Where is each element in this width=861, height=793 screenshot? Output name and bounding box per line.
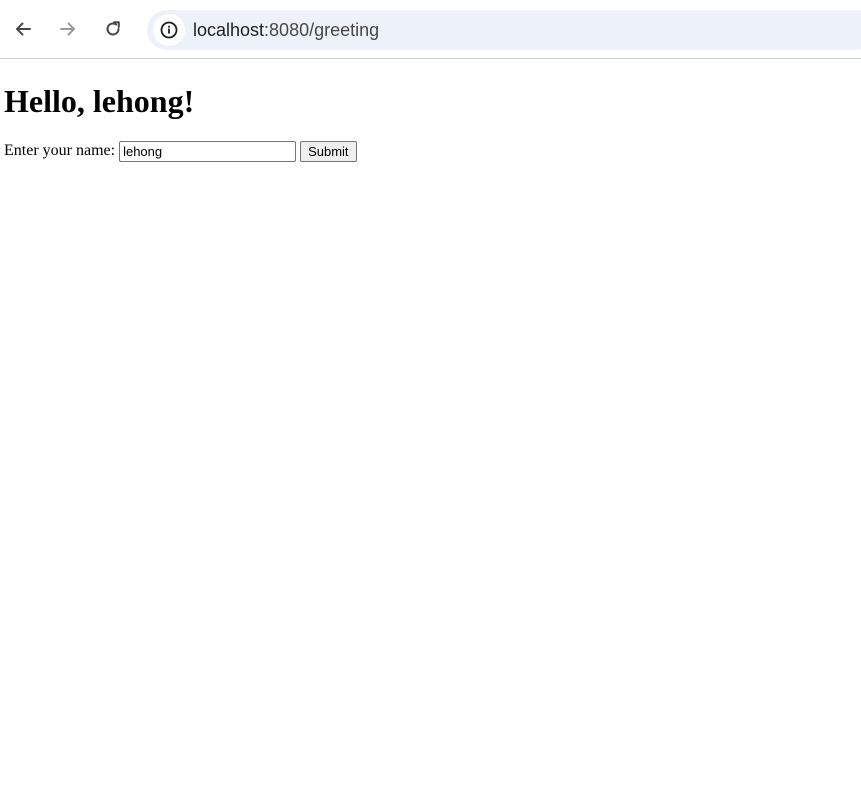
reload-icon — [106, 21, 120, 36]
back-button[interactable] — [5, 11, 41, 47]
url-text[interactable]: localhost:8080/greeting — [193, 10, 379, 50]
back-arrow-icon — [16, 22, 31, 36]
page-content: Hello, lehong! Enter your name: Submit — [4, 60, 357, 162]
page-title: Hello, lehong! — [4, 83, 195, 119]
url-path: :8080/greeting — [264, 20, 380, 40]
site-info-button[interactable] — [153, 14, 185, 46]
url-host: localhost — [193, 20, 265, 40]
name-form: Enter your name: Submit — [4, 140, 357, 162]
submit-button[interactable]: Submit — [300, 140, 357, 162]
reload-button[interactable] — [95, 11, 131, 47]
info-icon — [160, 21, 178, 39]
forward-arrow-icon — [60, 22, 75, 36]
name-label: Enter your name: — [4, 142, 116, 159]
name-input[interactable] — [119, 140, 297, 162]
browser-toolbar: localhost:8080/greeting — [0, 0, 861, 59]
forward-button[interactable] — [50, 11, 86, 47]
address-bar[interactable]: localhost:8080/greeting — [147, 10, 861, 50]
